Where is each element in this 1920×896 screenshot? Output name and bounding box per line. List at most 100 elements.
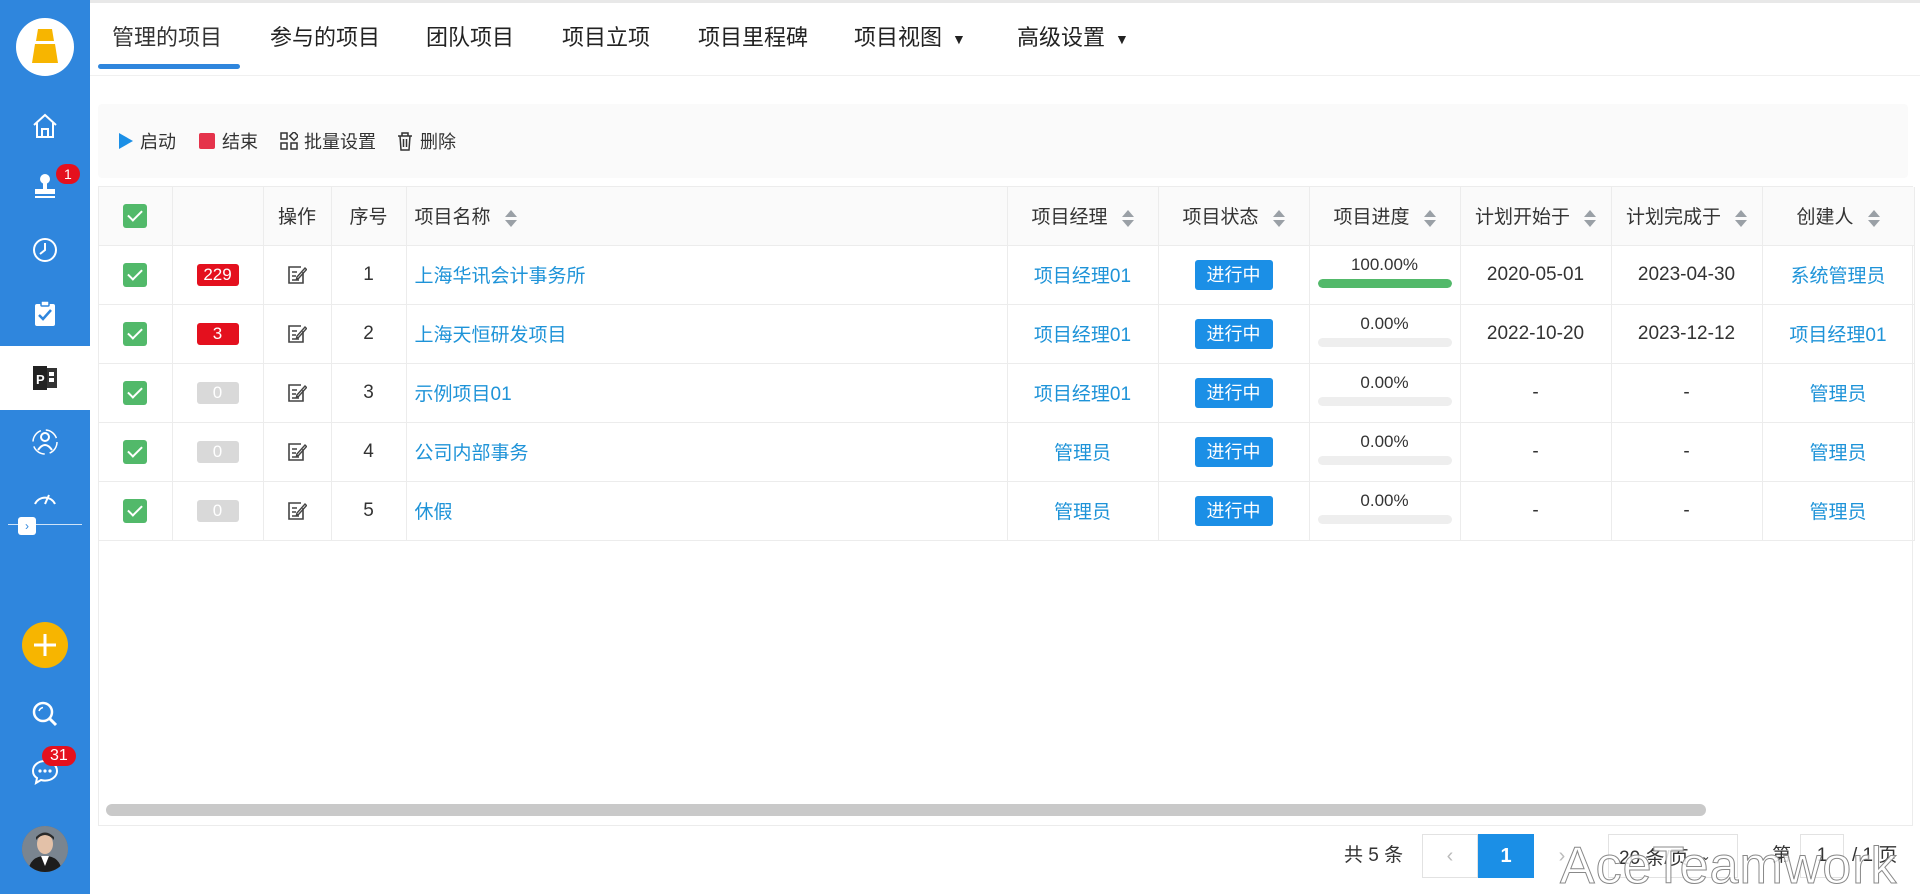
table-row[interactable]: 0 5 休假 管理员 进行中 0.00% - - 管理员 (99, 481, 1915, 541)
edit-icon[interactable] (287, 440, 308, 462)
row-project-name-cell: 上海天恒研发项目 (406, 304, 1008, 364)
edit-icon[interactable] (287, 499, 308, 521)
task-count-badge[interactable]: 0 (196, 440, 239, 463)
tab-team-projects[interactable]: 团队项目 (426, 21, 514, 61)
project-name-link[interactable]: 公司内部事务 (415, 443, 529, 464)
row-operation-cell (263, 363, 332, 423)
creator-link[interactable]: 管理员 (1809, 384, 1866, 405)
user-avatar[interactable] (22, 826, 68, 872)
row-progress-cell: 0.00% (1309, 422, 1461, 482)
project-name-link[interactable]: 上海天恒研发项目 (415, 325, 567, 346)
row-project-name-cell: 示例项目01 (406, 363, 1008, 423)
sort-icon[interactable] (1272, 209, 1285, 227)
manager-link[interactable]: 项目经理01 (1034, 325, 1131, 346)
project-name-link[interactable]: 示例项目01 (415, 384, 512, 405)
task-count-badge[interactable]: 229 (196, 263, 239, 286)
row-creator-cell: 管理员 (1762, 481, 1915, 541)
caret-down-icon: ▼ (1115, 31, 1129, 48)
row-select-cell[interactable] (99, 245, 173, 305)
batch-settings-label: 批量设置 (304, 132, 376, 152)
header-status[interactable]: 项目状态 (1158, 187, 1310, 246)
row-checkbox[interactable] (123, 498, 148, 523)
progress-text: 0.00% (1360, 490, 1409, 510)
tab-project-views[interactable]: 项目视图 ▼ (854, 21, 966, 61)
app-logo[interactable] (16, 18, 74, 76)
header-manager[interactable]: 项目经理 (1007, 187, 1159, 246)
row-checkbox[interactable] (123, 439, 148, 464)
row-status-cell: 进行中 (1158, 245, 1310, 305)
prev-page-button[interactable]: ‹ (1422, 834, 1478, 878)
row-select-cell[interactable] (99, 422, 173, 482)
sidebar-item-approval[interactable]: 1 (0, 154, 90, 218)
delete-button[interactable]: 删除 (396, 128, 456, 154)
row-plan-finish: - (1611, 422, 1763, 482)
sort-icon[interactable] (1735, 209, 1747, 227)
tab-milestones[interactable]: 项目里程碑 (698, 21, 808, 61)
edit-icon[interactable] (287, 381, 308, 403)
manager-link[interactable]: 项目经理01 (1034, 384, 1131, 405)
batch-settings-button[interactable]: 批量设置 (280, 128, 376, 154)
row-checkbox[interactable] (123, 262, 148, 287)
sort-icon[interactable] (1121, 209, 1134, 227)
sort-icon[interactable] (1584, 209, 1596, 227)
row-checkbox[interactable] (123, 380, 148, 405)
sort-icon[interactable] (1867, 209, 1880, 227)
row-select-cell[interactable] (99, 481, 173, 541)
start-button[interactable]: 启动 (118, 128, 176, 154)
creator-link[interactable]: 管理员 (1809, 502, 1866, 523)
gauge-icon (34, 494, 56, 505)
progress-widget: 0.00% (1310, 423, 1460, 481)
table-row[interactable]: 229 1 上海华讯会计事务所 项目经理01 进行中 100.00% 2020-05-01 2… (99, 245, 1915, 305)
creator-link[interactable]: 管理员 (1809, 443, 1866, 464)
header-select-all[interactable] (99, 187, 173, 246)
edit-icon[interactable] (287, 322, 308, 344)
sidebar-item-search[interactable] (0, 682, 90, 746)
creator-link[interactable]: 系统管理员 (1790, 266, 1885, 287)
manager-link[interactable]: 管理员 (1054, 443, 1111, 464)
add-button[interactable] (22, 622, 68, 668)
clipboard-check-icon (35, 300, 55, 326)
row-plan-finish: - (1611, 481, 1763, 541)
sidebar-expand-button[interactable]: › (18, 517, 36, 535)
sort-icon[interactable] (1423, 209, 1436, 227)
header-progress[interactable]: 项目进度 (1309, 187, 1461, 246)
page-1-button[interactable]: 1 (1478, 834, 1534, 878)
horizontal-scrollbar[interactable] (106, 804, 1706, 816)
tab-participating-projects[interactable]: 参与的项目 (270, 21, 380, 61)
task-count-badge[interactable]: 3 (196, 322, 239, 345)
row-select-cell[interactable] (99, 363, 173, 423)
task-count-badge[interactable]: 0 (196, 381, 239, 404)
task-count-badge[interactable]: 0 (196, 499, 239, 522)
creator-link[interactable]: 项目经理01 (1789, 325, 1886, 346)
tab-project-initiation[interactable]: 项目立项 (562, 21, 650, 61)
sidebar-item-projects[interactable]: P (0, 346, 90, 410)
header-plan-start[interactable]: 计划开始于 (1460, 187, 1612, 246)
status-badge: 进行中 (1194, 495, 1273, 526)
manager-link[interactable]: 项目经理01 (1034, 266, 1131, 287)
table-row[interactable]: 3 2 上海天恒研发项目 项目经理01 进行中 0.00% 2022-10-20 2023-1… (99, 304, 1915, 364)
sidebar-item-tasks[interactable] (0, 282, 90, 346)
tab-advanced-settings[interactable]: 高级设置 ▼ (1017, 21, 1129, 61)
sidebar-item-dashboard[interactable] (0, 480, 90, 510)
table-row[interactable]: 0 3 示例项目01 项目经理01 进行中 0.00% - - 管理员 (99, 363, 1915, 423)
end-button[interactable]: 结束 (198, 128, 258, 154)
edit-icon[interactable] (287, 263, 308, 285)
row-checkbox[interactable] (123, 321, 148, 346)
sidebar-item-home[interactable] (0, 94, 90, 158)
row-select-cell[interactable] (99, 304, 173, 364)
project-name-link[interactable]: 休假 (415, 502, 453, 523)
manager-link[interactable]: 管理员 (1054, 502, 1111, 523)
header-project-name[interactable]: 项目名称 (406, 187, 1008, 246)
header-creator[interactable]: 创建人 (1762, 187, 1915, 246)
header-plan-finish[interactable]: 计划完成于 (1611, 187, 1763, 246)
sort-icon[interactable] (504, 209, 517, 227)
row-count-cell: 3 (172, 304, 264, 364)
table-row[interactable]: 0 4 公司内部事务 管理员 进行中 0.00% - - 管理员 (99, 422, 1915, 482)
sidebar-item-messages[interactable]: 31 (0, 740, 90, 804)
sidebar-item-history[interactable] (0, 218, 90, 282)
sidebar-item-team[interactable] (0, 410, 90, 474)
tab-managed-projects[interactable]: 管理的项目 (112, 21, 222, 61)
row-progress-cell: 0.00% (1309, 481, 1461, 541)
project-name-link[interactable]: 上海华讯会计事务所 (415, 266, 586, 287)
select-all-checkbox[interactable] (123, 203, 148, 228)
